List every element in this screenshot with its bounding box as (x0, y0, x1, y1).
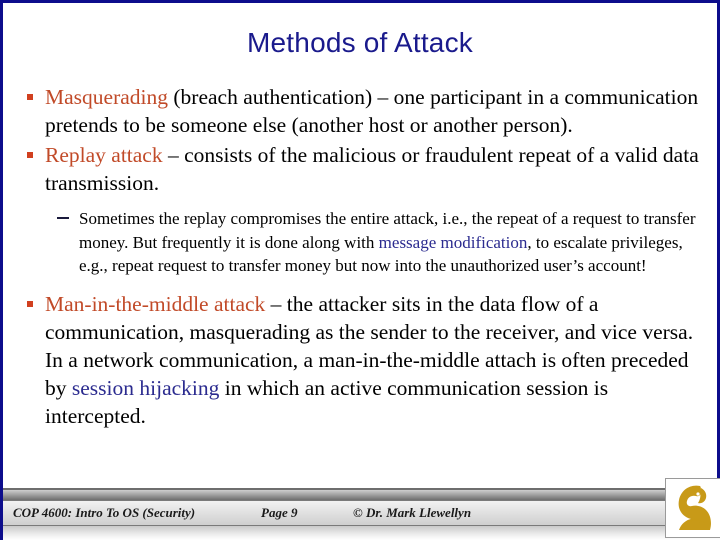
slide-footer: COP 4600: Intro To OS (Security) Page 9 … (3, 478, 720, 540)
ucf-pegasus-logo-icon (665, 478, 720, 538)
sub-list: Sometimes the replay compromises the ent… (13, 207, 713, 278)
sub-bullet-highlight: message modification (378, 232, 528, 252)
sub-list-item: Sometimes the replay compromises the ent… (13, 207, 713, 278)
dash-bullet-icon (57, 217, 69, 219)
slide: Methods of Attack Masquerading (breach a… (0, 0, 720, 540)
list-item: Replay attack – consists of the maliciou… (13, 141, 713, 197)
bullet-term: Masquerading (45, 85, 168, 109)
list-item: Man-in-the-middle attack – the attacker … (13, 290, 713, 430)
slide-body: Masquerading (breach authentication) – o… (13, 83, 713, 432)
square-bullet-icon (27, 94, 33, 100)
footer-band-upper (3, 490, 720, 500)
list-item: Masquerading (breach authentication) – o… (13, 83, 713, 139)
page-title: Methods of Attack (247, 27, 473, 58)
footer-course-label: COP 4600: Intro To OS (Security) (13, 505, 196, 520)
square-bullet-icon (27, 300, 33, 307)
bullet-term: Replay attack (45, 143, 163, 167)
bullet-term: Man-in-the-middle attack (45, 291, 266, 316)
footer-band-lower (3, 526, 720, 540)
bullet-highlight: session hijacking (71, 375, 220, 400)
footer-copyright: © Dr. Mark Llewellyn (353, 505, 472, 520)
footer-page-number: Page 9 (261, 505, 298, 520)
square-bullet-icon (27, 152, 33, 158)
